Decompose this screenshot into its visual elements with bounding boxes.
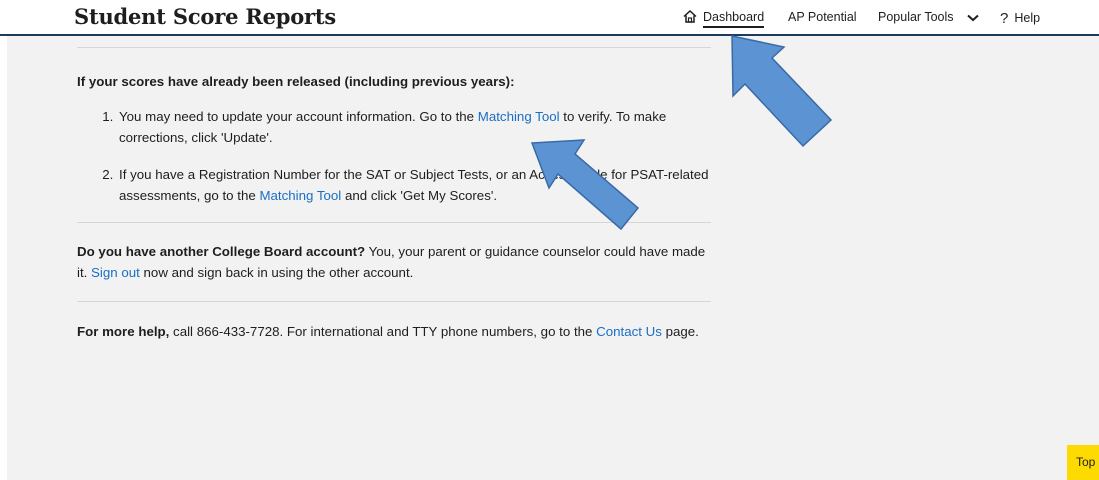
help-text-after: page. (661, 324, 699, 339)
help-text: call 866-433-7728. For international and… (169, 324, 597, 339)
sign-out-link[interactable]: Sign out (91, 265, 140, 280)
nav-help-label: Help (1014, 11, 1041, 25)
nav-help[interactable]: ? Help (1000, 10, 1040, 27)
divider (77, 222, 711, 223)
question-mark-icon: ? (1000, 10, 1009, 27)
site-header: Student Score Reports Dashboard AP Poten… (0, 0, 1099, 36)
help-paragraph: For more help, call 866-433-7728. For in… (77, 321, 719, 342)
home-icon (683, 10, 697, 23)
other-account-text-after: now and sign back in using the other acc… (139, 265, 414, 280)
step2-text-after: and click 'Get My Scores'. (341, 188, 498, 203)
nav-popular-tools-label: Popular Tools (878, 10, 954, 24)
main-content: If your scores have already been release… (7, 36, 1099, 480)
content-column: If your scores have already been release… (77, 36, 719, 342)
released-scores-heading: If your scores have already been release… (77, 74, 515, 89)
matching-tool-link[interactable]: Matching Tool (478, 109, 560, 124)
page: Student Score Reports Dashboard AP Poten… (0, 0, 1099, 480)
other-account-question: Do you have another College Board accoun… (77, 244, 366, 259)
divider (77, 301, 711, 302)
divider (77, 47, 711, 48)
other-account-paragraph: Do you have another College Board accoun… (77, 241, 719, 283)
step1-text: You may need to update your account info… (119, 109, 478, 124)
nav-dashboard[interactable]: Dashboard (683, 10, 765, 28)
top-navigation: Dashboard AP Potential Popular Tools ? He… (0, 10, 1099, 30)
nav-ap-potential[interactable]: AP Potential (788, 10, 857, 24)
matching-tool-link[interactable]: Matching Tool (259, 188, 341, 203)
contact-us-link[interactable]: Contact Us (596, 324, 662, 339)
back-to-top-button[interactable]: Top (1067, 445, 1099, 480)
help-lead: For more help, (77, 324, 170, 339)
step-item-2: If you have a Registration Number for th… (117, 164, 719, 206)
steps-list: You may need to update your account info… (77, 106, 719, 206)
nav-popular-tools[interactable]: Popular Tools (878, 10, 979, 24)
chevron-down-icon (967, 14, 979, 22)
step-item-1: You may need to update your account info… (117, 106, 719, 148)
nav-dashboard-label: Dashboard (703, 10, 765, 28)
